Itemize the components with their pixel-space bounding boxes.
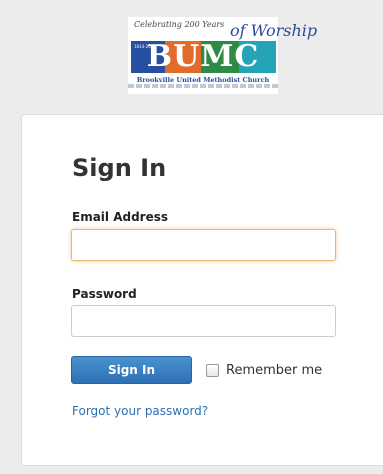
logo-tagline: Celebrating 200 Years — [134, 20, 225, 29]
sign-in-button[interactable]: Sign In — [71, 356, 192, 384]
email-label: Email Address — [72, 210, 169, 224]
remember-me-label[interactable]: Remember me — [226, 363, 322, 378]
logo-years: 1814-2014 — [134, 44, 156, 49]
logo-church-name: Brookville United Methodist Church — [136, 76, 270, 84]
church-logo: Celebrating 200 Years of Worship BUMC 18… — [128, 17, 317, 94]
remember-me-checkbox[interactable] — [206, 364, 219, 377]
remember-me-control[interactable]: Remember me — [206, 363, 322, 378]
sign-in-card: Sign In Email Address Password Sign In R… — [21, 114, 383, 466]
email-field[interactable] — [71, 229, 336, 261]
logo-fine-print — [128, 84, 278, 88]
password-field[interactable] — [71, 305, 336, 337]
logo-script-text: of Worship — [230, 21, 318, 40]
password-label: Password — [72, 287, 137, 301]
forgot-password-link[interactable]: Forgot your password? — [72, 404, 208, 418]
page-title: Sign In — [72, 154, 167, 182]
